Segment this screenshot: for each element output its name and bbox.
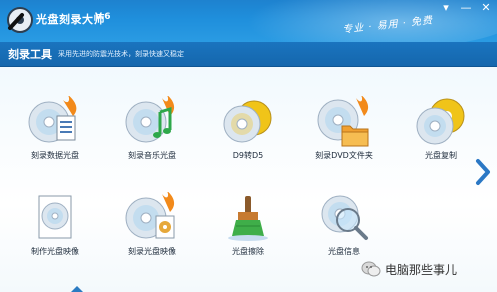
app-window: 光盘刻录大师 V.6 专业 · 易用 · 免费 ▾ — ✕ 刻录工具 采用先进的… [0, 0, 497, 292]
data-disc-burn-icon [28, 96, 77, 143]
next-page-arrow-icon[interactable] [474, 158, 492, 186]
d9-to-d5-button[interactable]: D9转D5 [208, 96, 288, 161]
item-label: 刻录音乐光盘 [128, 151, 176, 160]
menu-dropdown-button[interactable]: ▾ [439, 2, 453, 14]
disc-erase-icon [228, 196, 268, 241]
item-label: 光盘复制 [425, 151, 457, 160]
window-controls: ▾ — ✕ [439, 2, 493, 14]
page-indicator-triangle [71, 286, 83, 292]
watermark: 电脑那些事儿 [361, 260, 457, 278]
item-label: 光盘信息 [328, 247, 360, 256]
section-description: 采用先进的防震光技术，刻录快速又稳定 [58, 50, 184, 58]
watermark-text: 电脑那些事儿 [385, 262, 458, 277]
item-label: 制作光盘映像 [31, 247, 79, 256]
make-disc-image-button[interactable]: 制作光盘映像 [15, 192, 95, 257]
disc-info-icon [321, 195, 368, 240]
music-disc-burn-icon [125, 96, 175, 143]
minimize-button[interactable]: — [459, 2, 473, 14]
d9-to-d5-icon [223, 100, 272, 143]
section-title: 刻录工具 [8, 48, 52, 61]
disc-copy-icon [416, 98, 465, 145]
dvd-folder-burn-icon [317, 96, 369, 147]
item-label: 刻录数据光盘 [31, 151, 79, 160]
item-label: 刻录光盘映像 [128, 247, 176, 256]
burn-image-icon [125, 192, 175, 239]
section-header: 刻录工具 采用先进的防震光技术，刻录快速又稳定 [0, 42, 497, 67]
item-label: 光盘擦除 [232, 247, 264, 256]
app-logo-icon [7, 7, 33, 33]
version-label: V.6 [95, 12, 111, 22]
burn-disc-image-button[interactable]: 刻录光盘映像 [112, 192, 192, 257]
close-button[interactable]: ✕ [479, 2, 493, 14]
disc-copy-button[interactable]: 光盘复制 [401, 96, 481, 161]
title-bar: 光盘刻录大师 V.6 专业 · 易用 · 免费 ▾ — ✕ [0, 0, 497, 50]
burn-data-disc-button[interactable]: 刻录数据光盘 [15, 96, 95, 161]
burn-music-disc-button[interactable]: 刻录音乐光盘 [112, 96, 192, 161]
disc-erase-button[interactable]: 光盘擦除 [208, 192, 288, 257]
item-label: 刻录DVD文件夹 [315, 151, 373, 160]
burn-dvd-folder-button[interactable]: 刻录DVD文件夹 [304, 96, 384, 161]
make-image-icon [38, 195, 72, 239]
wechat-icon [361, 261, 381, 277]
disc-info-button[interactable]: 光盘信息 [304, 192, 384, 257]
item-label: D9转D5 [232, 151, 264, 160]
